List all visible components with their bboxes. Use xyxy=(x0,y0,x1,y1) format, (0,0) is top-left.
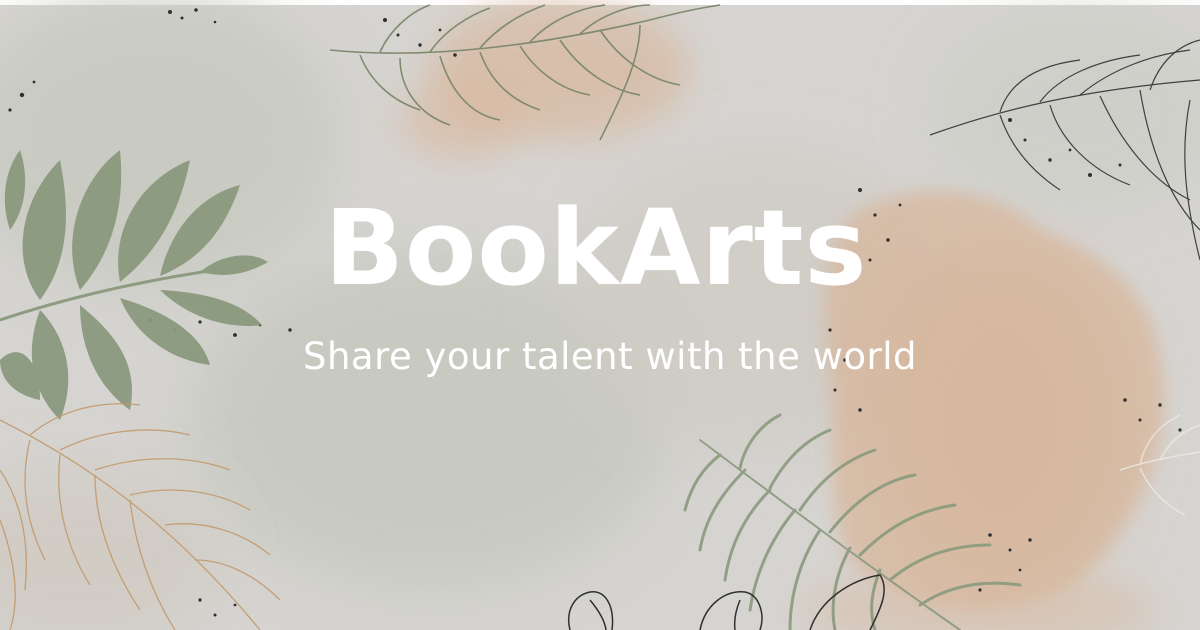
watercolor-washes xyxy=(0,0,1200,630)
brand-title: BookArts xyxy=(324,187,868,309)
botanical-background xyxy=(0,0,1200,630)
hero-banner: BookArts Share your talent with the worl… xyxy=(0,0,1200,630)
tagline: Share your talent with the world xyxy=(302,335,918,378)
